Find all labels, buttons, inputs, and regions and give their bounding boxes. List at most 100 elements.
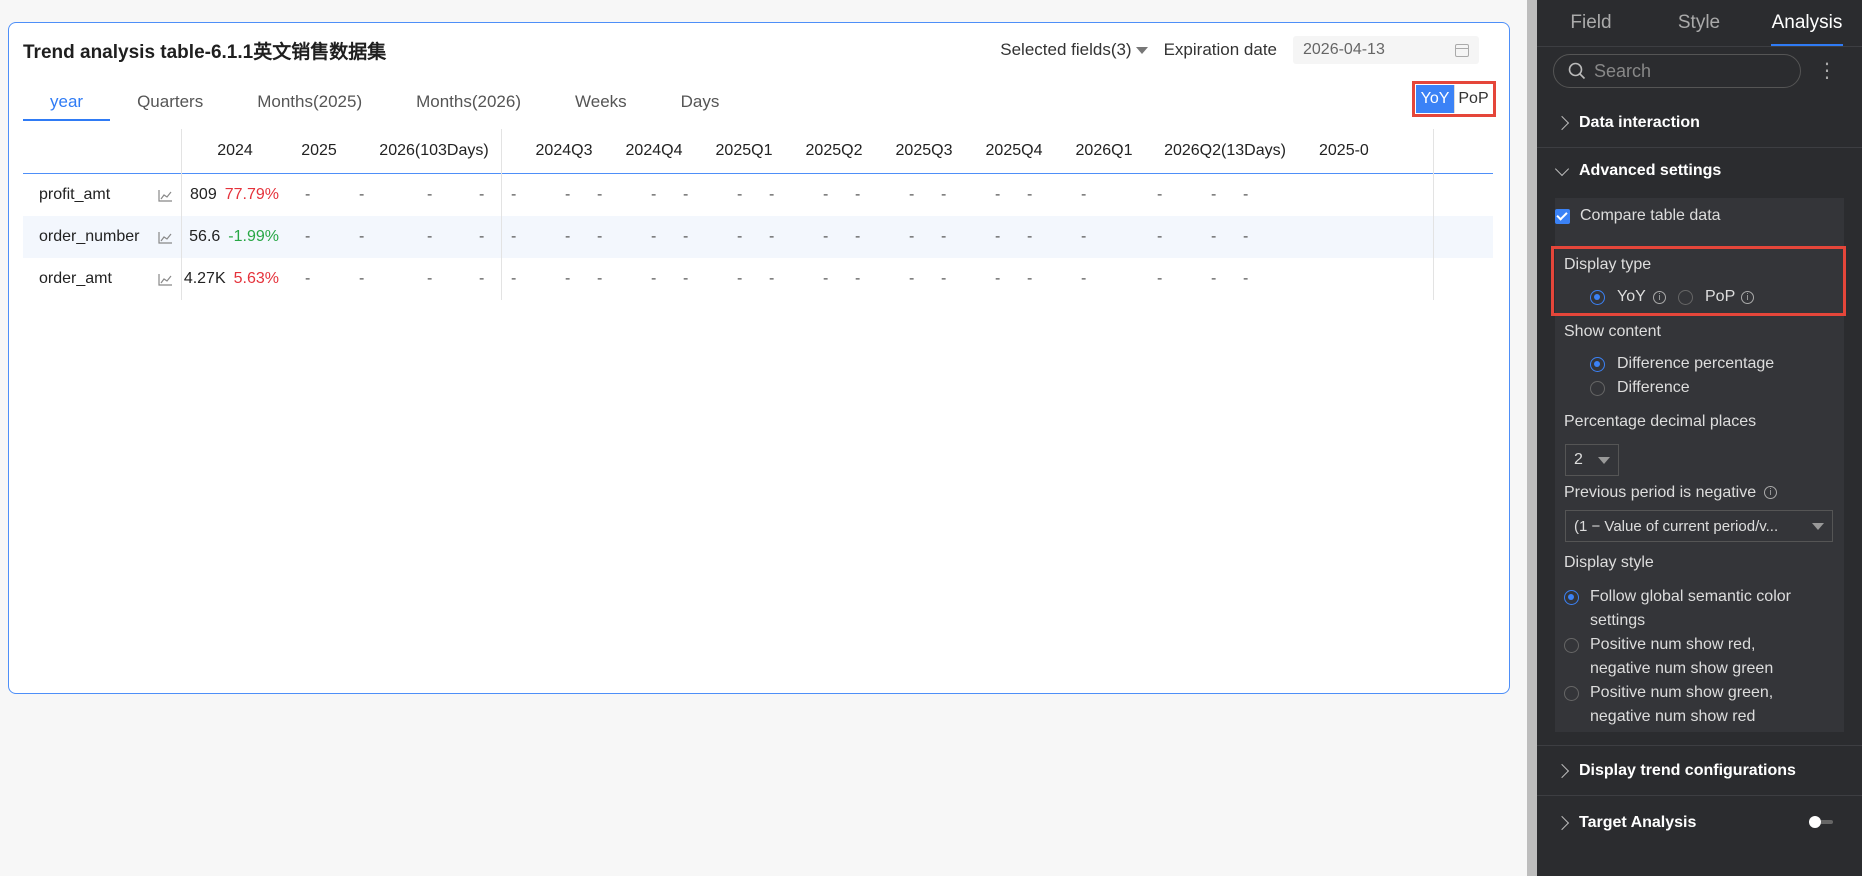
yoy-toggle-button[interactable]: YoY bbox=[1416, 85, 1454, 113]
section-title: Target Analysis bbox=[1579, 814, 1697, 831]
empty-cell: - bbox=[769, 270, 775, 287]
style-green-red-label: negative num show red bbox=[1590, 708, 1756, 725]
card-title: Trend analysis table-6.1.1英文销售数据集 bbox=[23, 42, 387, 63]
empty-cell: - bbox=[427, 228, 433, 245]
difference-percentage-label: Difference percentage bbox=[1617, 355, 1775, 372]
empty-cell: - bbox=[909, 228, 915, 245]
column-header: 2026Q1 bbox=[1075, 142, 1133, 159]
empty-cell: - bbox=[683, 270, 689, 287]
period-tabs: year Quarters Months(2025) Months(2026) … bbox=[23, 83, 746, 121]
column-header: 2025Q3 bbox=[895, 142, 953, 159]
target-analysis-toggle[interactable] bbox=[1809, 816, 1833, 828]
empty-cell: - bbox=[823, 228, 829, 245]
info-icon[interactable]: i bbox=[1764, 486, 1777, 499]
empty-cell: - bbox=[1157, 228, 1163, 245]
chevron-down-icon bbox=[1554, 161, 1570, 176]
style-red-green-label: negative num show green bbox=[1590, 660, 1774, 677]
trend-chart-icon[interactable] bbox=[158, 189, 173, 202]
difference-radio[interactable] bbox=[1590, 381, 1605, 396]
display-type-yoy-label: YoY bbox=[1617, 288, 1646, 305]
empty-cell: - bbox=[995, 228, 1001, 245]
tab-field[interactable]: Field bbox=[1537, 0, 1645, 46]
previous-negative-select[interactable]: (1 − Value of current period/v... bbox=[1565, 510, 1833, 542]
empty-cell: - bbox=[823, 270, 829, 287]
empty-cell: - bbox=[305, 228, 311, 245]
tab-weeks[interactable]: Weeks bbox=[548, 83, 654, 121]
search-icon bbox=[1568, 62, 1586, 80]
empty-cell: - bbox=[737, 270, 743, 287]
divider bbox=[1537, 745, 1862, 746]
search-input[interactable]: Search bbox=[1553, 54, 1801, 88]
empty-cell: - bbox=[1157, 186, 1163, 203]
divider bbox=[1537, 795, 1862, 796]
section-target-analysis[interactable]: Target Analysis bbox=[1554, 814, 1697, 832]
cell-percentage: -1.99% bbox=[228, 228, 279, 245]
display-type-yoy-radio[interactable] bbox=[1590, 290, 1605, 305]
trend-analysis-card: Trend analysis table-6.1.1英文销售数据集 Select… bbox=[8, 22, 1510, 694]
empty-cell: - bbox=[651, 186, 657, 203]
display-type-pop-label: PoP bbox=[1705, 288, 1736, 305]
section-advanced-settings[interactable]: Advanced settings bbox=[1554, 161, 1721, 180]
tab-months-2026[interactable]: Months(2026) bbox=[389, 83, 548, 121]
empty-cell: - bbox=[683, 186, 689, 203]
vertical-scrollbar[interactable] bbox=[1527, 0, 1537, 876]
tab-months-2025[interactable]: Months(2025) bbox=[230, 83, 389, 121]
trend-chart-icon[interactable] bbox=[158, 231, 173, 244]
table-row: order_amt 4.27K 5.63% - - - - - - - - - … bbox=[23, 258, 1493, 300]
divider bbox=[1537, 46, 1862, 47]
empty-cell: - bbox=[651, 270, 657, 287]
compare-table-data-checkbox[interactable] bbox=[1555, 209, 1570, 224]
tab-days[interactable]: Days bbox=[654, 83, 747, 121]
tab-analysis[interactable]: Analysis bbox=[1753, 0, 1861, 46]
tab-year[interactable]: year bbox=[23, 83, 111, 121]
difference-percentage-radio[interactable] bbox=[1590, 357, 1605, 372]
empty-cell: - bbox=[359, 186, 365, 203]
cell-value: 56.6 bbox=[189, 228, 221, 245]
section-display-trend[interactable]: Display trend configurations bbox=[1554, 762, 1796, 780]
style-green-red-radio[interactable] bbox=[1564, 686, 1579, 701]
column-header: 2024Q3 bbox=[535, 142, 593, 159]
section-title: Data interaction bbox=[1579, 114, 1700, 131]
expiration-date-label: Expiration date bbox=[1163, 40, 1277, 59]
empty-cell: - bbox=[995, 270, 1001, 287]
empty-cell: - bbox=[855, 186, 861, 203]
row-label: order_amt bbox=[39, 270, 112, 287]
selected-fields-dropdown[interactable]: Selected fields(3) bbox=[1000, 40, 1148, 60]
chevron-right-icon bbox=[1554, 115, 1570, 131]
display-type-pop-radio[interactable] bbox=[1678, 290, 1693, 305]
tab-style[interactable]: Style bbox=[1645, 0, 1753, 46]
value-cell: 56.6 -1.99% bbox=[181, 216, 289, 258]
cell-percentage: 5.63% bbox=[233, 270, 279, 287]
previous-negative-value: (1 − Value of current period/v... bbox=[1574, 517, 1779, 535]
info-icon[interactable]: i bbox=[1653, 291, 1666, 304]
empty-cell: - bbox=[1211, 270, 1217, 287]
chevron-right-icon bbox=[1554, 763, 1570, 779]
expiration-date-picker[interactable]: 2026-04-13 bbox=[1293, 36, 1479, 64]
column-header: 2025Q2 bbox=[805, 142, 863, 159]
divider bbox=[1537, 147, 1862, 148]
empty-cell: - bbox=[597, 228, 603, 245]
style-follow-global-radio[interactable] bbox=[1564, 590, 1579, 605]
info-icon[interactable]: i bbox=[1741, 291, 1754, 304]
style-red-green-label: Positive num show red, bbox=[1590, 636, 1756, 653]
empty-cell: - bbox=[597, 186, 603, 203]
section-title: Display trend configurations bbox=[1579, 762, 1796, 779]
empty-cell: - bbox=[909, 186, 915, 203]
table-header-row: 2024 2025 2026(103Days) 2024Q3 2024Q4 20… bbox=[23, 129, 1493, 174]
cell-value: 4.27K bbox=[183, 270, 226, 287]
percentage-decimal-select[interactable]: 2 bbox=[1565, 444, 1619, 476]
tab-quarters[interactable]: Quarters bbox=[110, 83, 230, 121]
empty-cell: - bbox=[769, 228, 775, 245]
empty-cell: - bbox=[479, 186, 485, 203]
empty-cell: - bbox=[995, 186, 1001, 203]
pop-toggle-button[interactable]: PoP bbox=[1454, 85, 1492, 113]
more-options-icon[interactable]: ⋮ bbox=[1817, 61, 1837, 81]
empty-cell: - bbox=[565, 186, 571, 203]
style-red-green-radio[interactable] bbox=[1564, 638, 1579, 653]
empty-cell: - bbox=[941, 270, 947, 287]
trend-chart-icon[interactable] bbox=[158, 273, 173, 286]
search-row: Search ⋮ bbox=[1553, 54, 1853, 88]
section-data-interaction[interactable]: Data interaction bbox=[1554, 114, 1700, 132]
column-header: 2024Q4 bbox=[625, 142, 683, 159]
column-divider bbox=[181, 129, 182, 300]
